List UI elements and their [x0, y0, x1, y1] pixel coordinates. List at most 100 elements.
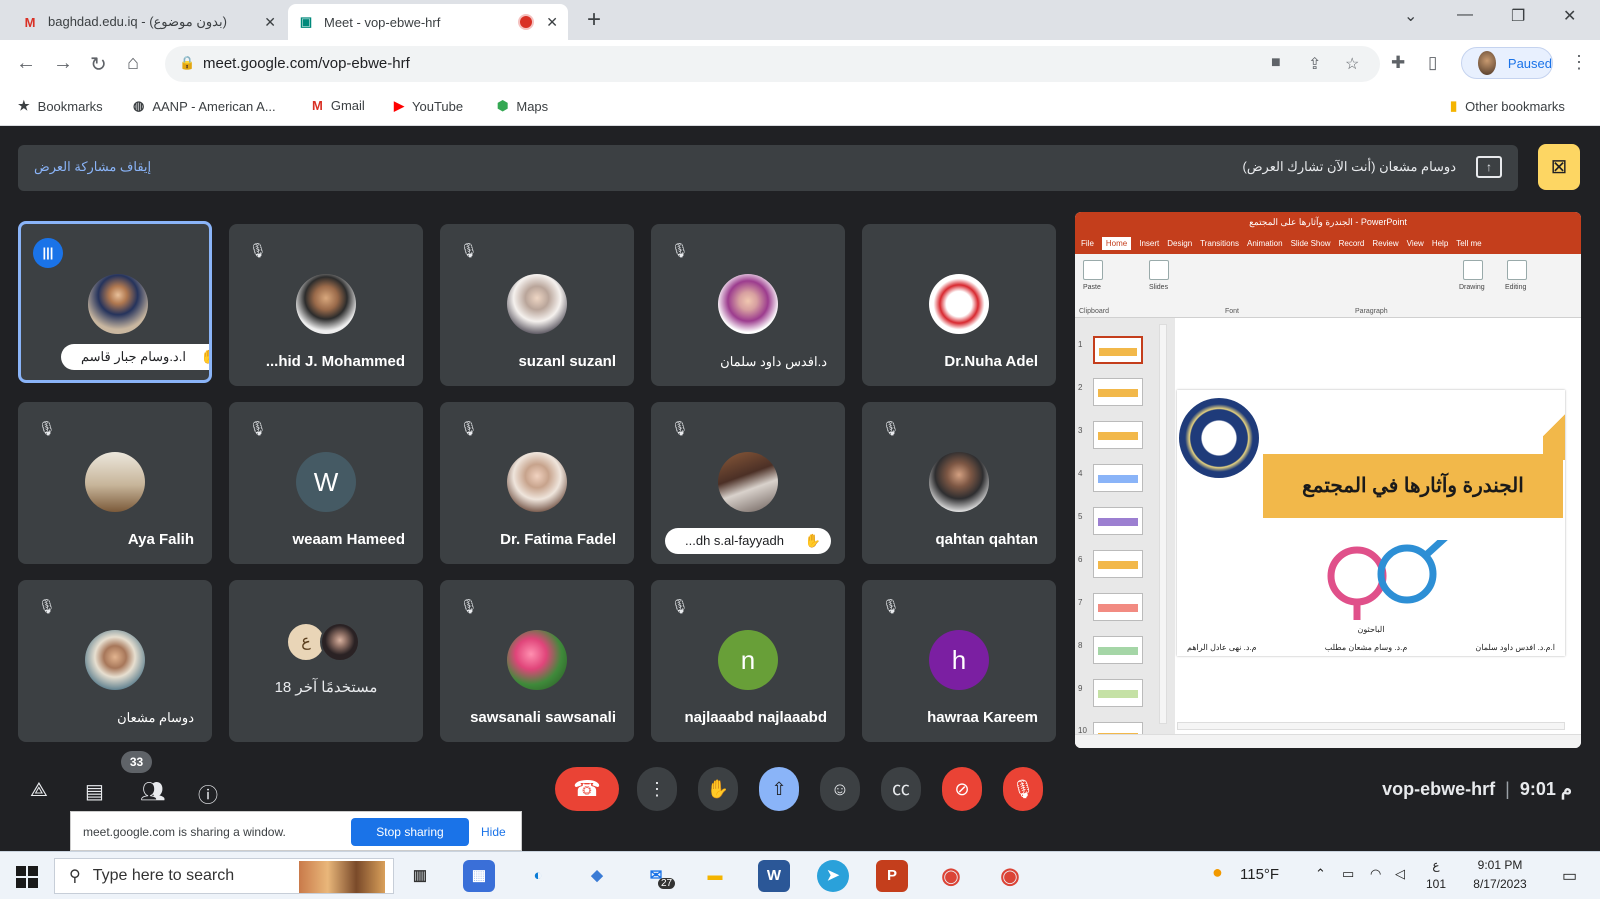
- bookmark-youtube[interactable]: ▶ YouTube: [394, 98, 463, 114]
- edge-icon[interactable]: ◐: [522, 860, 554, 892]
- participant-tile[interactable]: 🎙︎ n najlaaabd najlaaabd: [651, 580, 845, 742]
- leave-call-button[interactable]: ☎: [555, 767, 619, 811]
- word-icon[interactable]: W: [758, 860, 790, 892]
- present-button[interactable]: ⇧: [759, 767, 799, 811]
- bookmark-label: Other bookmarks: [1465, 98, 1565, 114]
- slide-thumb[interactable]: [1093, 507, 1143, 535]
- hide-presentation-icon[interactable]: ⊠: [1538, 144, 1580, 190]
- slide-number: 8: [1078, 641, 1083, 650]
- participant-tile[interactable]: 🎙︎ W weaam Hameed: [229, 402, 423, 564]
- close-tab-icon[interactable]: ✕: [546, 14, 558, 31]
- url-text[interactable]: meet.google.com/vop-ebwe-hrf: [203, 55, 410, 72]
- slide-thumb[interactable]: [1093, 464, 1143, 492]
- slide-thumb[interactable]: [1093, 378, 1143, 406]
- system-clock[interactable]: 9:01 PM 8/17/2023: [1460, 856, 1540, 894]
- activities-icon[interactable]: ⟁: [30, 779, 48, 802]
- task-view-icon[interactable]: ▥: [404, 860, 436, 892]
- slide-thumb[interactable]: [1093, 593, 1143, 621]
- participant-tile[interactable]: 🎙︎ sawsanali sawsanali: [440, 580, 634, 742]
- bookmark-star-icon[interactable]: ☆: [1345, 54, 1359, 74]
- more-options-button[interactable]: ⋮: [637, 767, 677, 811]
- mic-off-button[interactable]: 🎙︎: [1003, 767, 1043, 811]
- chrome-icon[interactable]: ◉: [994, 860, 1026, 892]
- store-icon[interactable]: ▦: [463, 860, 495, 892]
- close-tab-icon[interactable]: ✕: [264, 14, 276, 31]
- captions-button[interactable]: ㏄: [881, 767, 921, 811]
- slide-thumb[interactable]: [1093, 421, 1143, 449]
- hide-button[interactable]: Hide: [481, 825, 506, 839]
- clock-date: 8/17/2023: [1473, 877, 1527, 891]
- chrome-icon[interactable]: ◉: [935, 860, 967, 892]
- stop-sharing-button[interactable]: Stop sharing: [351, 818, 469, 846]
- slide-thumb[interactable]: [1093, 636, 1143, 664]
- ppt-tab: Tell me: [1456, 238, 1482, 248]
- participant-tile[interactable]: 🎙︎ د.افدس داود سلمان: [651, 224, 845, 386]
- participant-name: دوسام مشعان: [117, 710, 194, 725]
- file-explorer-icon[interactable]: ▬: [699, 860, 731, 892]
- app-icon[interactable]: ◆: [581, 860, 613, 892]
- slide-thumb[interactable]: [1093, 679, 1143, 707]
- windows-start-icon[interactable]: [16, 866, 38, 888]
- forward-icon[interactable]: →: [53, 52, 73, 75]
- profile-button[interactable]: Paused: [1461, 47, 1553, 79]
- other-bookmarks[interactable]: ▮ Other bookmarks: [1450, 98, 1565, 114]
- sharing-text: meet.google.com is sharing a window.: [83, 825, 286, 839]
- share-icon[interactable]: ⇪: [1308, 54, 1321, 74]
- tab-gmail[interactable]: M baghdad.edu.iq - (بدون موضوع) ✕: [12, 4, 286, 40]
- bookmark-maps[interactable]: ⬢ Maps: [497, 98, 548, 114]
- others-tile[interactable]: ع 18 مستخدمًا آخر: [229, 580, 423, 742]
- chat-icon[interactable]: ▤: [85, 779, 104, 804]
- restore-button[interactable]: ❐: [1511, 6, 1525, 26]
- participant-tile[interactable]: 🎙︎ ...hid J. Mohammed: [229, 224, 423, 386]
- menu-dots-icon[interactable]: ⋮: [1570, 52, 1588, 73]
- raise-hand-button[interactable]: ✋: [698, 767, 738, 811]
- weather-icon: ●: [1212, 862, 1223, 882]
- telegram-icon[interactable]: ➤: [817, 860, 849, 892]
- bookmark-bookmarks[interactable]: ★ Bookmarks: [18, 98, 103, 114]
- keyboard-language[interactable]: ع 101: [1424, 856, 1448, 894]
- home-icon[interactable]: ⌂: [127, 52, 139, 75]
- participant-name: weaam Hameed: [292, 531, 405, 548]
- people-icon[interactable]: 👥︎: [140, 779, 165, 804]
- participant-tile[interactable]: 🎙︎ suzanl suzanl: [440, 224, 634, 386]
- participant-tile[interactable]: 🎙︎ h hawraa Kareem: [862, 580, 1056, 742]
- bookmark-gmail[interactable]: M Gmail: [312, 98, 365, 113]
- participant-tile[interactable]: 🎙︎ Aya Falih: [18, 402, 212, 564]
- camera-off-button[interactable]: ⊘: [942, 767, 982, 811]
- participant-tile[interactable]: 🎙︎ qahtan qahtan: [862, 402, 1056, 564]
- bookmark-label: Bookmarks: [37, 98, 103, 114]
- camera-icon[interactable]: ■: [1271, 54, 1281, 72]
- ppt-status-bar: [1075, 734, 1581, 748]
- side-panel-icon[interactable]: ▯: [1428, 53, 1437, 73]
- slide-thumb[interactable]: [1093, 550, 1143, 578]
- address-bar[interactable]: 🔒 meet.google.com/vop-ebwe-hrf ■ ⇪ ☆: [165, 46, 1380, 82]
- reload-icon[interactable]: ↻: [90, 52, 107, 77]
- horizontal-scrollbar[interactable]: [1177, 722, 1565, 730]
- vertical-scrollbar[interactable]: [1159, 324, 1167, 724]
- close-window-button[interactable]: ✕: [1563, 6, 1576, 26]
- notifications-icon[interactable]: ▭: [1562, 866, 1577, 886]
- stop-presenting-link[interactable]: إيقاف مشاركة العرض: [34, 159, 151, 175]
- participant-tile[interactable]: ||| ا.د.وسام جبار قاسم✋: [18, 221, 212, 383]
- powerpoint-icon[interactable]: P: [876, 860, 908, 892]
- wifi-icon: ◠: [1370, 866, 1382, 881]
- slide-thumb[interactable]: [1093, 336, 1143, 364]
- participant-tile[interactable]: 🎙︎ ...dh s.al-fayyadh ✋: [651, 402, 845, 564]
- reactions-button[interactable]: ☺: [820, 767, 860, 811]
- back-icon[interactable]: ←: [16, 52, 36, 75]
- tray-chevron-icon[interactable]: ⌃: [1315, 866, 1326, 882]
- extensions-icon[interactable]: ✚: [1391, 53, 1405, 73]
- new-tab-button[interactable]: +: [587, 6, 601, 34]
- tab-meet[interactable]: ▣ Meet - vop-ebwe-hrf ✕: [288, 4, 568, 40]
- taskbar-search[interactable]: ⚲ Type here to search: [54, 858, 394, 894]
- language-text: ع: [1432, 858, 1440, 872]
- info-icon[interactable]: ⓘ: [198, 779, 218, 808]
- participant-tile[interactable]: Dr.Nuha Adel: [862, 224, 1056, 386]
- participant-tile[interactable]: 🎙︎ دوسام مشعان: [18, 580, 212, 742]
- minimize-button[interactable]: —: [1457, 6, 1473, 24]
- tab-search-icon[interactable]: ⌄: [1404, 6, 1417, 26]
- participant-name: qahtan qahtan: [935, 531, 1038, 548]
- meet-icon: ▣: [299, 14, 313, 29]
- bookmark-aanp[interactable]: ◍ AANP - American A...: [133, 98, 276, 114]
- participant-tile[interactable]: 🎙︎ Dr. Fatima Fadel: [440, 402, 634, 564]
